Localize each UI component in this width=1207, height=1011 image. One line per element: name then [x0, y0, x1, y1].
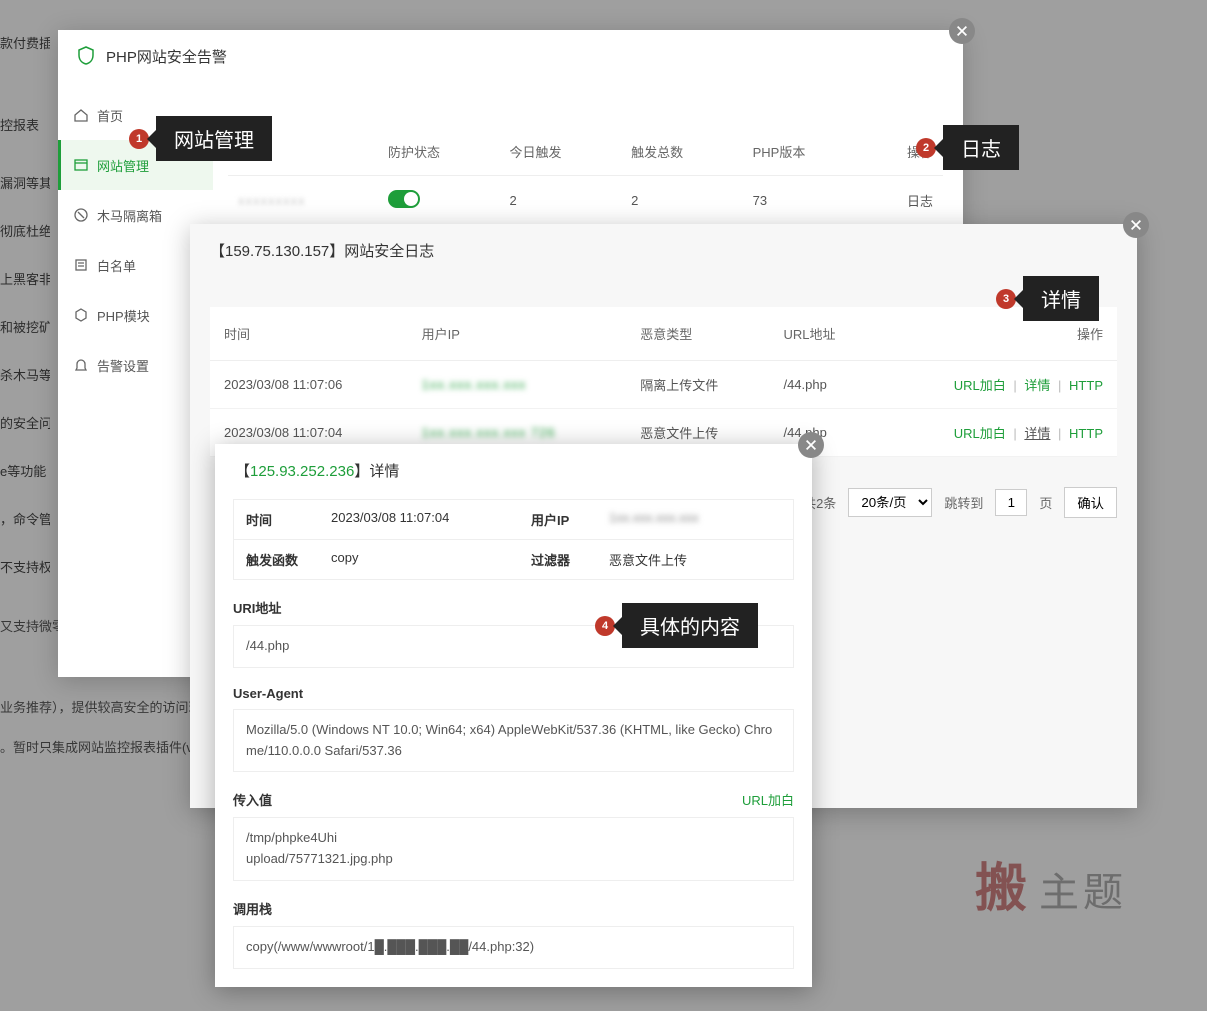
modal2-title: 【159.75.130.157】网站安全日志 [210, 243, 434, 260]
modal1-header: PHP网站安全告警 [58, 30, 963, 82]
detail-title-suffix: 详情 [369, 463, 399, 480]
col-type: 恶意类型 [626, 307, 769, 361]
cell-type: 隔离上传文件 [626, 361, 769, 409]
callout-3: 3 详情 [996, 276, 1099, 321]
detail-ip: 125.93.252.236 [250, 463, 354, 480]
detail-kv-grid: 时间 2023/03/08 11:07:04 用户IP 1xx.xxx.xxx.… [233, 499, 794, 580]
per-page-select[interactable]: 20条/页 [848, 488, 932, 517]
callout-1: 1 网站管理 [129, 116, 272, 161]
shield-icon [74, 44, 98, 68]
home-icon [73, 107, 89, 123]
total-count: 2 [621, 176, 743, 226]
kv-time-v: 2023/03/08 11:07:04 [319, 500, 519, 539]
http-link[interactable]: HTTP [1069, 426, 1103, 441]
url-whitelist-link[interactable]: URL加白 [954, 426, 1006, 441]
modal3-header: 【125.93.252.236】详情 [215, 444, 812, 481]
site-table-wrap: 防护状态 今日触发 触发总数 PHP版本 操作 xxxxxxxxx 2 2 73… [228, 128, 943, 226]
input-whitelist-link[interactable]: URL加白 [742, 790, 794, 809]
close-icon[interactable] [1123, 212, 1149, 238]
protection-toggle[interactable] [388, 190, 420, 208]
callout-4: 4 具体的内容 [595, 603, 758, 648]
callout-label: 具体的内容 [622, 603, 758, 648]
col-today: 今日触发 [500, 128, 622, 176]
callout-2: 2 日志 [916, 125, 1019, 170]
stack-label: 调用栈 [233, 899, 794, 918]
ua-value: Mozilla/5.0 (Windows NT 10.0; Win64; x64… [233, 709, 794, 773]
col-url: URL地址 [769, 307, 877, 361]
detail-link[interactable]: 详情 [1024, 378, 1050, 393]
php-module-icon [73, 307, 89, 323]
confirm-button[interactable]: 确认 [1064, 487, 1117, 518]
kv-filter-k: 过滤器 [519, 539, 597, 579]
site-name-redacted: xxxxxxxxx [238, 193, 306, 208]
site-row: xxxxxxxxx 2 2 73 日志 [228, 176, 943, 226]
modal1-title: PHP网站安全告警 [106, 46, 227, 67]
today-count: 2 [500, 176, 622, 226]
log-row: 2023/03/08 11:07:06 1xx.xxx.xxx.xxx 隔离上传… [210, 361, 1117, 409]
col-php: PHP版本 [743, 128, 866, 176]
cell-ip-redacted: 1xx.xxx.xxx.xxx 726 [422, 425, 556, 440]
callout-badge: 2 [916, 138, 936, 158]
kv-ip-v-redacted: 1xx.xxx.xxx.xxx [609, 510, 699, 525]
callout-badge: 1 [129, 129, 149, 149]
detail-link[interactable]: 详情 [1024, 426, 1050, 441]
col-ip: 用户IP [408, 307, 627, 361]
callout-badge: 3 [996, 289, 1016, 309]
quarantine-icon [73, 207, 89, 223]
col-status: 防护状态 [378, 128, 500, 176]
close-icon[interactable] [949, 18, 975, 44]
kv-ip-k: 用户IP [519, 500, 597, 539]
ua-label: User-Agent [233, 686, 794, 701]
site-manage-icon [73, 157, 89, 173]
url-whitelist-link[interactable]: URL加白 [954, 378, 1006, 393]
page-suffix: 页 [1039, 493, 1052, 512]
modal2-header: 【159.75.130.157】网站安全日志 [190, 224, 1137, 261]
callout-label: 网站管理 [156, 116, 272, 161]
callout-label: 日志 [943, 125, 1019, 170]
col-total: 触发总数 [621, 128, 743, 176]
detail-modal: 【125.93.252.236】详情 时间 2023/03/08 11:07:0… [215, 444, 812, 987]
http-link[interactable]: HTTP [1069, 378, 1103, 393]
kv-time-k: 时间 [234, 500, 319, 539]
stack-value: copy(/www/wwwroot/1█.███.███.██/44.php:3… [233, 926, 794, 969]
close-icon[interactable] [798, 432, 824, 458]
callout-label: 详情 [1023, 276, 1099, 321]
log-table: 时间 用户IP 恶意类型 URL地址 操作 2023/03/08 11:07:0… [210, 307, 1117, 457]
whitelist-icon [73, 257, 89, 273]
site-table: 防护状态 今日触发 触发总数 PHP版本 操作 xxxxxxxxx 2 2 73… [228, 128, 943, 226]
callout-badge: 4 [595, 616, 615, 636]
input-value: /tmp/phpke4Uhi upload/75771321.jpg.php [233, 817, 794, 881]
cell-url: /44.php [769, 361, 877, 409]
log-link[interactable]: 日志 [907, 194, 933, 209]
cell-time: 2023/03/08 11:07:06 [210, 361, 408, 409]
jump-page-input[interactable] [995, 489, 1027, 516]
bell-icon [73, 357, 89, 373]
input-label: 传入值 [233, 790, 272, 809]
kv-fn-k: 触发函数 [234, 539, 319, 579]
jump-label: 跳转到 [944, 493, 983, 512]
kv-filter-v: 恶意文件上传 [597, 539, 793, 579]
cell-ip-redacted: 1xx.xxx.xxx.xxx [422, 377, 527, 392]
php-version: 73 [743, 176, 866, 226]
col-time: 时间 [210, 307, 408, 361]
kv-fn-v: copy [319, 539, 519, 579]
